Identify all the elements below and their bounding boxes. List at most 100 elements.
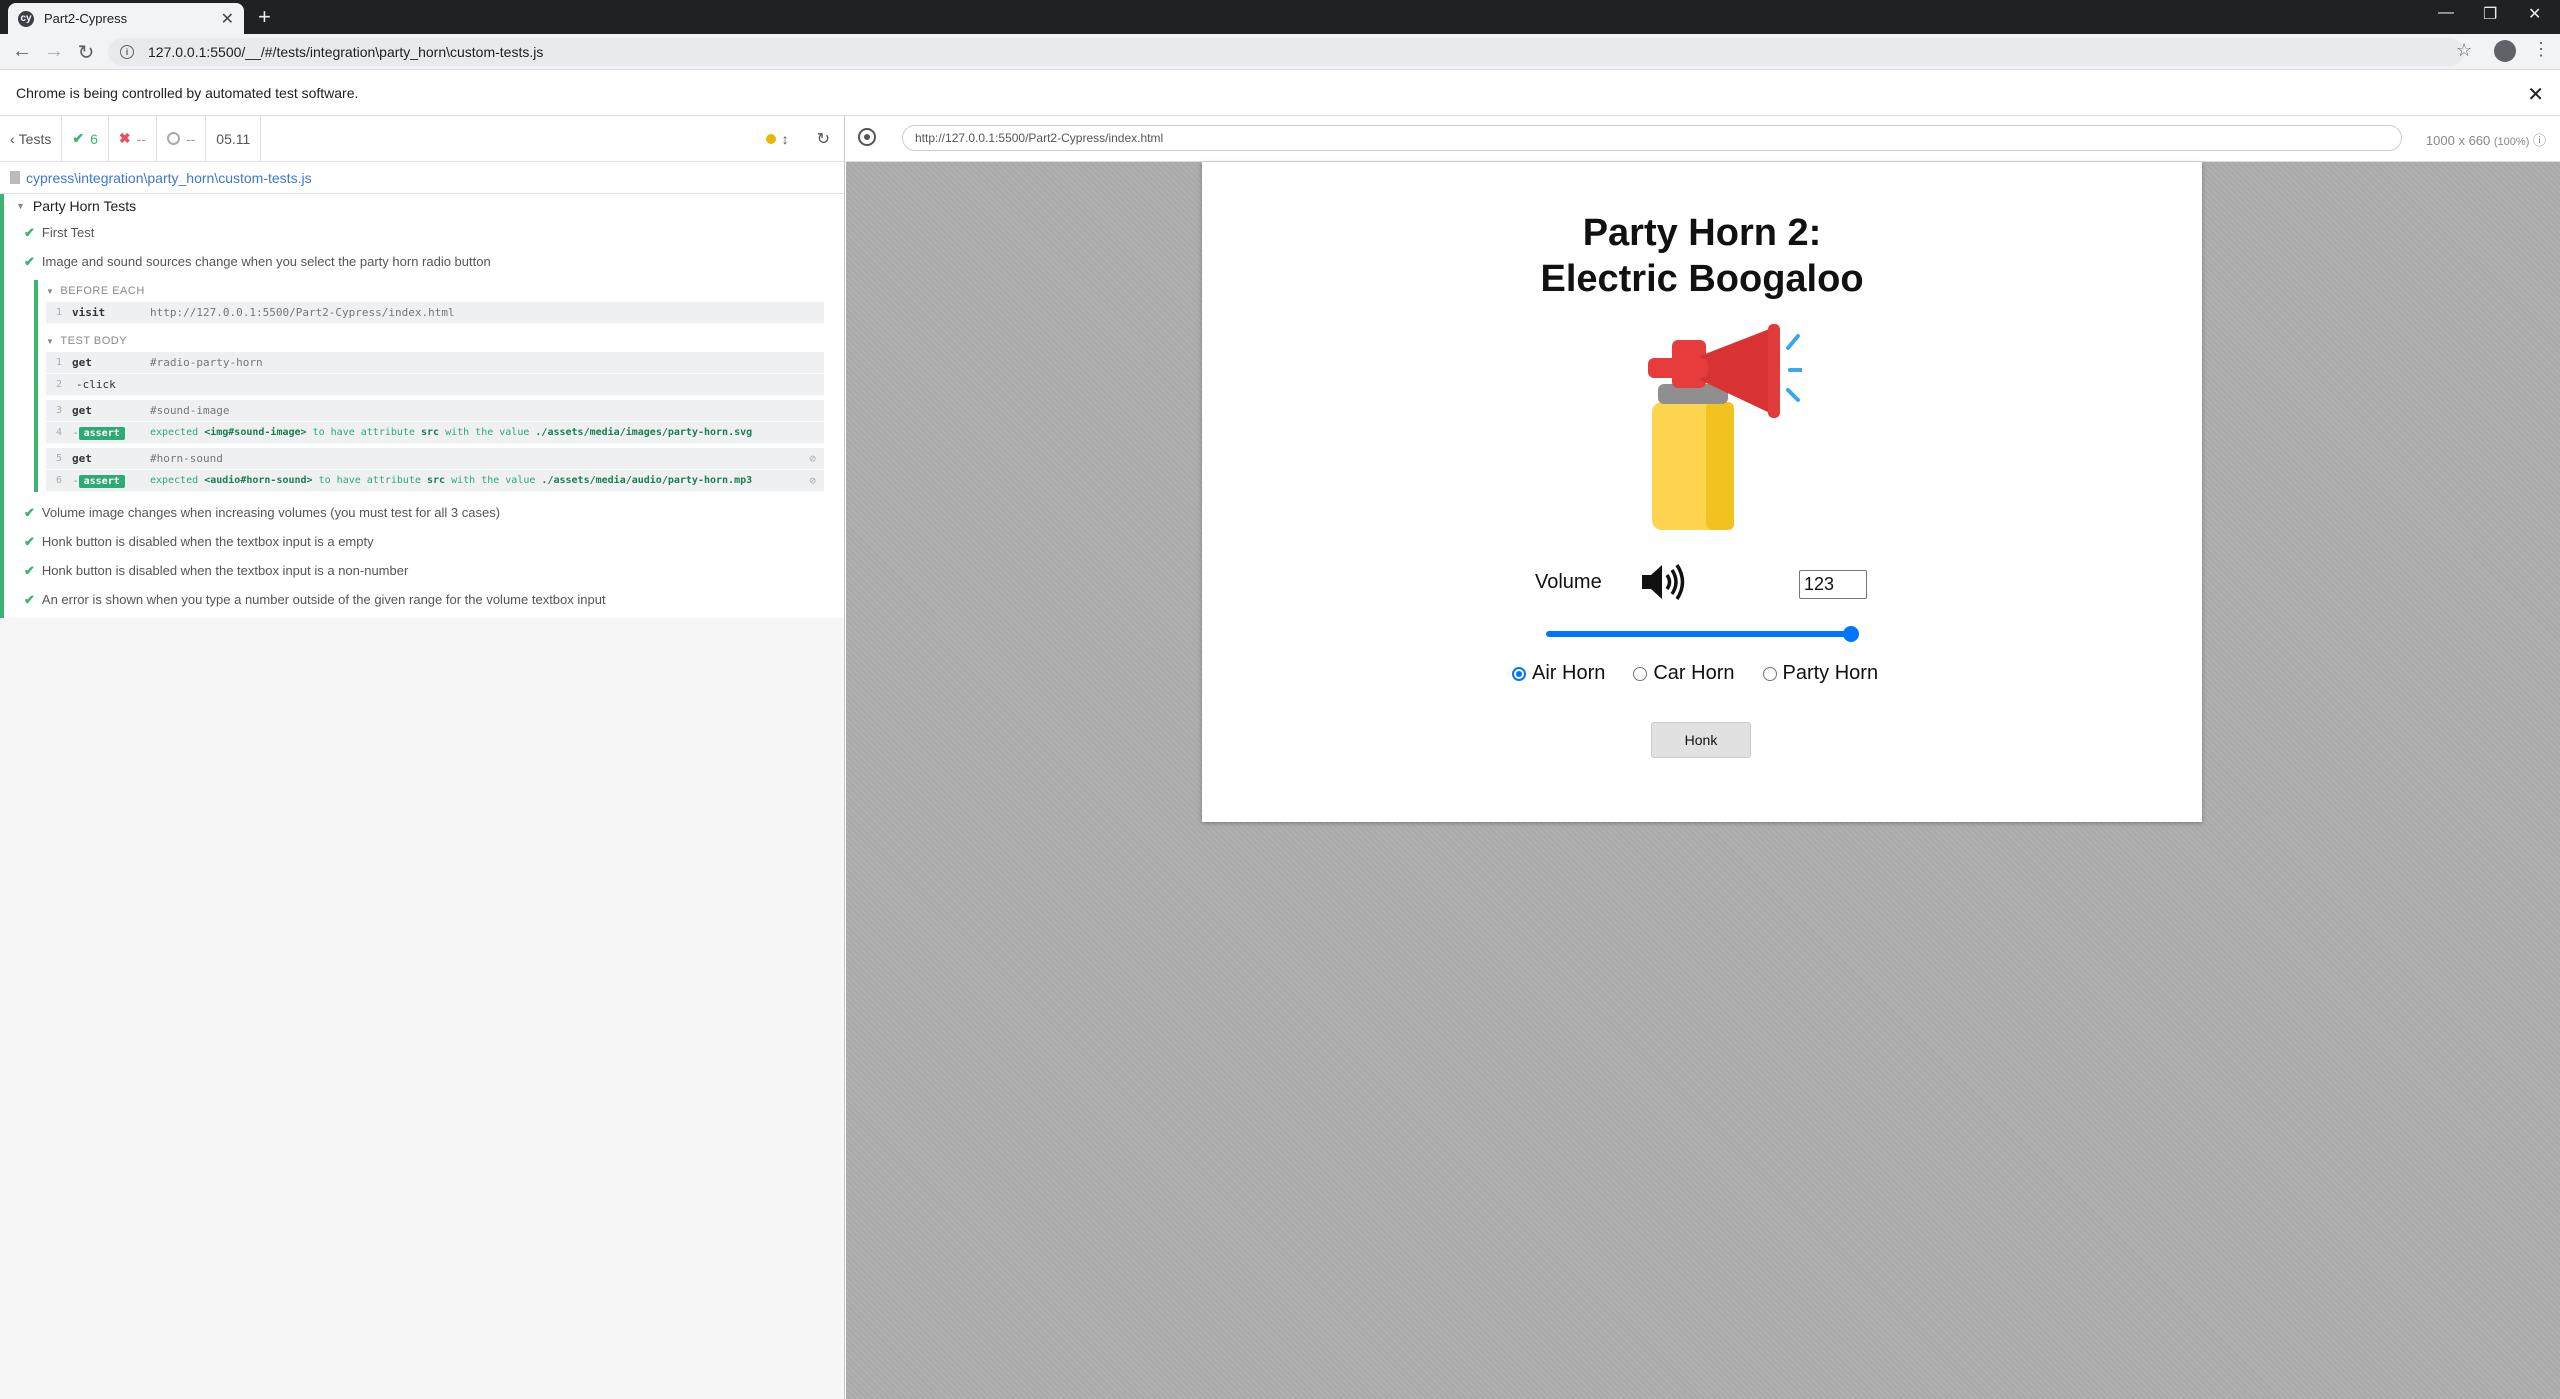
tab-title: Part2-Cypress [44,11,128,26]
scroll-toggle-icon[interactable]: ↕ [782,131,789,147]
check-icon: ✔ [24,253,35,269]
address-bar[interactable]: i 127.0.0.1:5500/__/#/tests/integration\… [108,38,2464,66]
caret-down-icon: ▼ [46,336,55,346]
command-number: 4 [55,427,63,438]
test-title: First Test [41,225,95,240]
test-title: An error is shown when you type a number… [41,592,606,607]
assert-attr: src [420,427,440,438]
test-row[interactable]: ✔ An error is shown when you type a numb… [4,585,844,614]
horn-radio-group: Air Horn Car Horn Party Horn [1512,662,1906,685]
viewport-dimensions: 1000 x 660 [2425,133,2491,148]
test-row[interactable]: ✔ Volume image changes when increasing v… [4,498,844,527]
radio-car-horn[interactable]: Car Horn [1633,662,1735,685]
title-line-1: Party Horn 2: [1582,212,1822,254]
command-name: -click [76,378,116,391]
pending-count[interactable]: -- [157,115,207,162]
test-row[interactable]: ✔ Honk button is disabled when the textb… [4,527,844,556]
command-row[interactable]: 5 get #horn-sound ⊘ [46,448,824,470]
caret-down-icon: ▼ [16,201,25,211]
radio-label: Car Horn [1653,662,1735,684]
volume-number-input[interactable]: 123 [1799,570,1867,599]
viewport-size[interactable]: 1000 x 660 (100%) ⓘ [2426,130,2546,149]
chrome-menu-icon[interactable]: ⋮ [2532,39,2550,60]
assert-message: expected <img#sound-image> to have attri… [150,427,752,438]
command-row[interactable]: 1 get #radio-party-horn [46,352,824,374]
aut-url: http://127.0.0.1:5500/Part2-Cypress/inde… [915,131,1164,145]
sound-line [1786,388,1800,402]
new-tab-icon[interactable]: + [258,6,271,28]
assert-cell: - assert [72,474,150,488]
volume-slider-thumb[interactable] [1843,626,1859,642]
radio-circle-checked[interactable] [1512,666,1526,681]
passed-count[interactable]: ✔ 6 [62,115,109,162]
assert-expected: expected [150,427,199,438]
command-row[interactable]: 2 -click [46,374,824,396]
check-icon: ✔ [72,130,85,146]
spec-path-link[interactable]: cypress\integration\party_horn\custom-te… [26,170,312,186]
test-row[interactable]: ✔ Image and sound sources change when yo… [4,247,844,276]
chevron-left-icon: ‹ [10,130,15,147]
assert-with: with the value [451,475,536,486]
command-row[interactable]: 3 get #sound-image [46,400,824,422]
browser-tab[interactable]: cy Part2-Cypress ✕ [8,3,244,34]
test-row[interactable]: ✔ Honk button is disabled when the textb… [4,556,844,585]
assert-cell: - assert [72,426,150,440]
radio-air-horn[interactable]: Air Horn [1512,662,1605,685]
command-number: 3 [55,405,63,416]
before-each-hook-title[interactable]: ▼ BEFORE EACH [46,280,824,302]
pending-ring-icon [166,132,180,145]
assert-value: ./assets/media/images/party-horn.svg [535,427,753,438]
volume-label: Volume [1535,571,1602,593]
failed-count[interactable]: ✖ -- [109,115,157,162]
hook-label: TEST BODY [60,335,128,347]
page-title: Party Horn 2: Electric Boogaloo [1202,210,2202,302]
test-title: Volume image changes when increasing vol… [41,505,501,520]
reload-icon[interactable]: ↻ [74,40,98,65]
command-number: 6 [55,475,63,486]
window-close-icon[interactable]: ✕ [2528,4,2541,24]
command-row[interactable]: 4 - assert expected <img#sound-image> to … [46,422,824,444]
cypress-reporter: ‹ Tests ✔ 6 ✖ -- -- 05.11 ↕ ↻ cypress\in… [0,115,845,1399]
minimize-icon[interactable]: — [2438,4,2454,22]
profile-avatar-icon[interactable] [2494,40,2516,62]
address-url: 127.0.0.1:5500/__/#/tests/integration\pa… [148,44,544,60]
forward-icon[interactable]: → [42,40,66,63]
restore-icon[interactable]: ❐ [2483,4,2497,24]
viewport-scale: (100%) [2493,136,2530,148]
assert-value: ./assets/media/audio/party-horn.mp3 [541,475,753,486]
radio-circle[interactable] [1762,666,1777,681]
test-title: Honk button is disabled when the textbox… [41,563,409,578]
tab-close-icon[interactable]: ✕ [221,9,234,29]
pending-count-value: -- [185,130,196,147]
honk-button[interactable]: Honk [1651,722,1751,758]
assert-relation: to have attribute [318,475,421,486]
test-title: Honk button is disabled when the textbox… [41,534,374,549]
command-number: 1 [55,357,63,368]
check-icon: ✔ [24,504,35,520]
back-icon[interactable]: ← [10,40,34,63]
test-row[interactable]: ✔ First Test [4,218,844,247]
suite-title-text: Party Horn Tests [32,198,137,214]
suite-title[interactable]: ▼ Party Horn Tests [4,194,844,218]
automation-notice: Chrome is being controlled by automated … [16,85,359,101]
bookmark-star-icon[interactable]: ☆ [2456,40,2472,61]
browser-toolbar: ← → ↻ i 127.0.0.1:5500/__/#/tests/integr… [0,34,2560,70]
spec-path-bar: cypress\integration\party_horn\custom-te… [0,162,844,194]
command-row[interactable]: 1 visit http://127.0.0.1:5500/Part2-Cypr… [46,302,824,324]
sound-line [1786,334,1800,350]
duration: 05.11 [206,115,262,162]
test-body-hook-title[interactable]: ▼ TEST BODY [46,330,824,352]
selector-playground-icon[interactable] [858,128,876,146]
site-info-icon[interactable]: i [120,45,134,59]
radio-label: Party Horn [1782,662,1879,684]
tests-nav-button[interactable]: ‹ Tests [0,115,63,162]
command-row[interactable]: 6 - assert expected <audio#horn-sound> to… [46,470,824,492]
assert-badge: assert [78,475,125,488]
running-status-dot-icon [765,134,776,144]
horn-bell [1768,324,1780,418]
volume-slider[interactable] [1546,631,1856,637]
infobar-close-icon[interactable]: ✕ [2527,82,2544,107]
rerun-icon[interactable]: ↻ [817,129,830,149]
radio-circle[interactable] [1633,666,1648,681]
radio-party-horn[interactable]: Party Horn [1762,662,1879,685]
